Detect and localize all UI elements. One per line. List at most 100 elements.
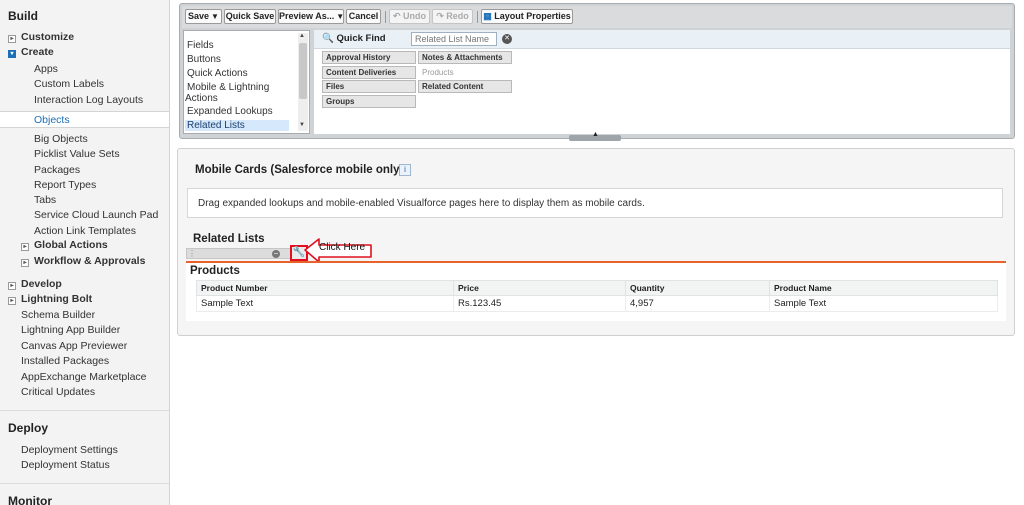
divider	[0, 483, 169, 484]
divider	[385, 11, 386, 23]
table-row: Sample Text Rs.123.45 4,957 Sample Text	[196, 295, 998, 312]
quick-save-button[interactable]: Quick Save	[224, 9, 276, 24]
sidebar-item-lightning-app-builder[interactable]: Lightning App Builder	[21, 324, 120, 336]
related-list-groups[interactable]: Groups	[322, 95, 416, 108]
table-cell: Sample Text	[769, 295, 998, 312]
layout-toolbar: Save ▼ Quick Save Preview As... ▼ Cancel ↶…	[182, 6, 1012, 28]
related-list-approval-history[interactable]: Approval History	[322, 51, 416, 64]
category-related-lists[interactable]: Related Lists	[185, 120, 289, 131]
sidebar-item-tabs[interactable]: Tabs	[34, 194, 56, 206]
sidebar-item-critical-updates[interactable]: Critical Updates	[21, 386, 95, 398]
column-header: Product Number	[196, 280, 454, 296]
palette-items-panel: 🔍 Quick Find ✕ Approval History Notes & …	[314, 30, 1010, 134]
drag-handle-icon[interactable]: ⋮	[188, 249, 196, 258]
info-icon[interactable]: i	[399, 164, 411, 176]
annotation-label: Click Here	[319, 242, 366, 253]
category-buttons[interactable]: Buttons	[187, 54, 221, 65]
table-cell: Rs.123.45	[453, 295, 626, 312]
sidebar-item-custom-labels[interactable]: Custom Labels	[34, 78, 104, 90]
monitor-heading: Monitor	[8, 494, 52, 505]
sidebar-item-canvas-app-previewer[interactable]: Canvas App Previewer	[21, 340, 127, 352]
quick-find-label: 🔍 Quick Find	[322, 33, 386, 44]
column-header: Quantity	[625, 280, 770, 296]
save-button[interactable]: Save ▼	[185, 9, 222, 24]
redo-button[interactable]: ↷ Redo	[432, 9, 473, 24]
category-expanded-lookups[interactable]: Expanded Lookups	[187, 106, 273, 117]
related-list-products: Products	[418, 66, 512, 79]
category-quick-actions[interactable]: Quick Actions	[187, 68, 248, 79]
related-list-related-content[interactable]: Related Content	[418, 80, 512, 93]
sidebar-item-action-link-templates[interactable]: Action Link Templates	[34, 225, 136, 237]
sidebar-item-installed-packages[interactable]: Installed Packages	[21, 355, 109, 367]
sidebar-item-appexchange-marketplace[interactable]: AppExchange Marketplace	[21, 371, 147, 383]
mobile-cards-drop-zone[interactable]: Drag expanded lookups and mobile-enabled…	[187, 188, 1003, 218]
clear-icon[interactable]: ✕	[502, 34, 512, 44]
chevron-up-icon[interactable]: ▲	[592, 131, 599, 138]
expand-icon[interactable]: ▸	[21, 243, 29, 251]
mobile-cards-hint: Drag expanded lookups and mobile-enabled…	[198, 198, 645, 209]
collapse-icon[interactable]: ▾	[8, 50, 16, 58]
sidebar-item-interaction-log-layouts[interactable]: Interaction Log Layouts	[34, 94, 143, 106]
category-fields[interactable]: Fields	[187, 40, 214, 51]
sidebar-item-schema-builder[interactable]: Schema Builder	[21, 309, 95, 321]
related-list-notes-attachments[interactable]: Notes & Attachments	[418, 51, 512, 64]
undo-icon: ↶	[392, 11, 401, 21]
table-cell: Sample Text	[196, 295, 454, 312]
sidebar-item-objects[interactable]: Objects	[0, 111, 169, 128]
sidebar-item-customize[interactable]: ▸ Customize	[8, 31, 74, 43]
quick-find-bar: 🔍 Quick Find ✕	[314, 30, 1010, 49]
table-cell: 4,957	[625, 295, 770, 312]
search-icon: 🔍	[322, 33, 334, 44]
related-lists-title: Related Lists	[193, 233, 265, 245]
scrollbar-thumb[interactable]	[299, 43, 307, 99]
sidebar-item-picklist-value-sets[interactable]: Picklist Value Sets	[34, 148, 120, 160]
preview-as-button[interactable]: Preview As... ▼	[278, 9, 344, 24]
divider	[0, 410, 169, 411]
sidebar-item-create[interactable]: ▾ Create	[8, 46, 54, 58]
expand-icon[interactable]: ▸	[21, 259, 29, 267]
layout-properties-button[interactable]: ▦ Layout Properties	[481, 9, 573, 24]
build-heading: Build	[8, 9, 38, 23]
layout-palette: Save ▼ Quick Save Preview As... ▼ Cancel ↶…	[179, 3, 1015, 141]
quick-find-input[interactable]	[411, 32, 497, 46]
sidebar-item-global-actions[interactable]: ▸ Global Actions	[21, 239, 108, 251]
properties-icon: ▦	[483, 11, 492, 21]
setup-sidebar: Build ▸ Customize ▾ Create Apps Custom Lab…	[0, 0, 170, 505]
divider	[477, 11, 478, 23]
expand-icon[interactable]: ▸	[8, 282, 16, 290]
scroll-down-icon[interactable]: ▼	[299, 122, 305, 128]
sidebar-item-big-objects[interactable]: Big Objects	[34, 133, 88, 145]
expand-icon[interactable]: ▸	[8, 297, 16, 305]
scroll-up-icon[interactable]: ▲	[299, 33, 305, 39]
deploy-heading: Deploy	[8, 421, 49, 435]
redo-icon: ↷	[436, 11, 444, 21]
related-list-content-deliveries[interactable]: Content Deliveries	[322, 66, 416, 79]
products-table: Product Number Price Quantity Product Na…	[196, 280, 998, 312]
related-list-files[interactable]: Files	[322, 80, 416, 93]
column-header: Product Name	[769, 280, 998, 296]
category-mobile-lightning-actions[interactable]: Mobile & Lightning Actions	[185, 82, 269, 104]
collapse-palette-handle[interactable]: ▲	[569, 131, 621, 141]
sidebar-item-apps[interactable]: Apps	[34, 63, 58, 75]
sidebar-item-lightning-bolt[interactable]: ▸ Lightning Bolt	[8, 293, 92, 305]
products-title: Products	[190, 265, 240, 277]
cancel-button[interactable]: Cancel	[346, 9, 381, 24]
sidebar-item-service-cloud-launch-pad[interactable]: Service Cloud Launch Pad	[34, 209, 158, 221]
table-header-row: Product Number Price Quantity Product Na…	[196, 280, 998, 296]
scrollbar[interactable]: ▲ ▼	[298, 33, 308, 131]
sidebar-item-report-types[interactable]: Report Types	[34, 179, 96, 191]
products-related-list: Products Product Number Price Quantity P…	[186, 261, 1006, 321]
palette-category-list[interactable]: Fields Buttons Quick Actions Mobile & Li…	[183, 30, 310, 134]
sidebar-item-develop[interactable]: ▸ Develop	[8, 278, 62, 290]
page-layout-canvas: Mobile Cards (Salesforce mobile only) i …	[177, 148, 1015, 336]
sidebar-item-deployment-settings[interactable]: Deployment Settings	[21, 444, 118, 456]
sidebar-item-packages[interactable]: Packages	[34, 164, 80, 176]
remove-icon[interactable]: −	[272, 250, 280, 258]
related-list-control-bar[interactable]: ⋮ − 🔧	[186, 245, 308, 261]
undo-button[interactable]: ↶ Undo	[389, 9, 430, 24]
expand-icon[interactable]: ▸	[8, 35, 16, 43]
chevron-down-icon[interactable]: ▼	[211, 12, 219, 21]
chevron-down-icon[interactable]: ▼	[336, 12, 344, 21]
sidebar-item-workflow-approvals[interactable]: ▸ Workflow & Approvals	[21, 255, 145, 267]
sidebar-item-deployment-status[interactable]: Deployment Status	[21, 459, 110, 471]
